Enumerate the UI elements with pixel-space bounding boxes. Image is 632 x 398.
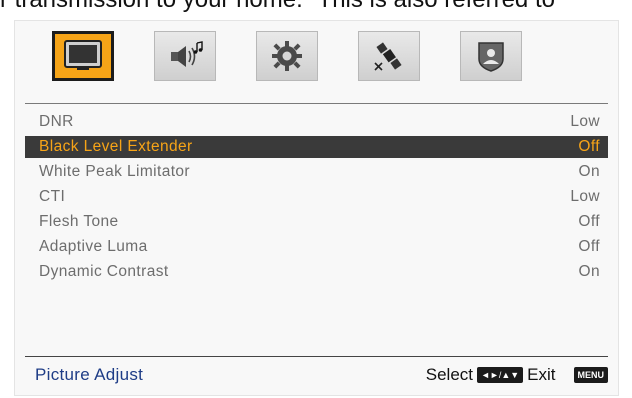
gear-icon <box>272 41 302 71</box>
footer-hint: Select ◄►/▲▼ Exit MENU <box>426 365 608 385</box>
tv-picture-icon <box>64 40 102 70</box>
tab-lock[interactable] <box>460 31 522 81</box>
menu-item-label: White Peak Limitator <box>39 163 190 180</box>
menu-item-value: On <box>578 163 600 180</box>
menu-item-value: On <box>578 263 600 280</box>
satellite-icon <box>374 42 402 71</box>
tab-picture[interactable] <box>52 31 114 81</box>
menu-item-value: Low <box>570 113 600 130</box>
menu-item-value: Off <box>578 138 600 155</box>
menu-item-dnr[interactable]: DNR Low <box>25 111 608 133</box>
tab-channel[interactable] <box>358 31 420 81</box>
menu-item-label: Adaptive Luma <box>39 238 148 255</box>
menu-item-value: Off <box>578 213 600 230</box>
nav-keys-icon: ◄►/▲▼ <box>477 367 524 383</box>
osd-menu-panel: DNR Low Black Level Extender Off White P… <box>14 20 619 396</box>
footer-title: Picture Adjust <box>35 365 144 384</box>
menu-item-white-peak-limitator[interactable]: White Peak Limitator On <box>25 161 608 183</box>
menu-item-black-level-extender[interactable]: Black Level Extender Off <box>25 136 608 158</box>
bottom-divider <box>25 356 608 357</box>
background-page-text: r transmission to your home." This is al… <box>0 0 632 14</box>
exit-hint-label: Exit <box>527 365 556 384</box>
menu-item-cti[interactable]: CTI Low <box>25 186 608 208</box>
top-divider <box>25 103 608 104</box>
menu-item-value: Low <box>570 188 600 205</box>
menu-item-label: Black Level Extender <box>39 138 193 155</box>
lock-shield-icon <box>478 42 504 72</box>
tab-setup[interactable] <box>256 31 318 81</box>
select-hint-label: Select <box>425 365 474 384</box>
menu-footer: Picture Adjust Select ◄►/▲▼ Exit MENU <box>25 361 608 387</box>
menu-item-dynamic-contrast[interactable]: Dynamic Contrast On <box>25 261 608 283</box>
menu-item-label: CTI <box>39 188 66 205</box>
menu-item-label: Flesh Tone <box>39 213 119 230</box>
menu-item-label: Dynamic Contrast <box>39 263 169 280</box>
menu-item-value: Off <box>578 238 600 255</box>
tab-audio[interactable] <box>154 31 216 81</box>
speaker-music-icon <box>171 41 203 67</box>
menu-item-flesh-tone[interactable]: Flesh Tone Off <box>25 211 608 233</box>
menu-icon-bar <box>15 31 620 89</box>
menu-item-label: DNR <box>39 113 74 130</box>
picture-adjust-menu: DNR Low Black Level Extender Off White P… <box>25 111 608 286</box>
menu-item-adaptive-luma[interactable]: Adaptive Luma Off <box>25 236 608 258</box>
menu-key-icon: MENU <box>573 367 608 383</box>
